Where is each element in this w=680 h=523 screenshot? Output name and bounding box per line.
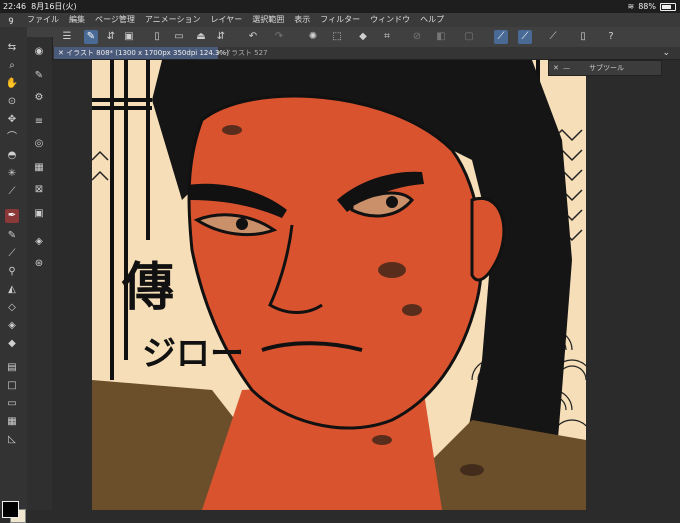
clock: 22:46 <box>3 2 27 11</box>
right-pupil <box>386 196 398 208</box>
menu-page-management[interactable]: ページ管理 <box>90 13 140 27</box>
menu-layer[interactable]: レイヤー <box>206 13 248 27</box>
reorder-icon[interactable]: ⇵ <box>104 30 118 44</box>
menu-animation[interactable]: アニメーション <box>140 13 206 27</box>
transform-icon[interactable]: ⌗ <box>380 30 394 44</box>
calligraphy-main-char: 傳 <box>121 257 174 318</box>
subtool-panel: ✕ — サブツール <box>548 60 662 76</box>
move-icon[interactable]: ✥ <box>5 113 19 127</box>
auto-select-icon[interactable]: ◓ <box>5 149 19 163</box>
save-icon[interactable]: ⏏ <box>194 30 208 44</box>
figure-icon[interactable]: □ <box>5 379 19 393</box>
zoom-icon[interactable]: ⌕ <box>5 59 19 73</box>
undo-icon[interactable]: ↶ <box>246 30 260 44</box>
document-tab-bar: ✕ イラスト 808* (1300 x 1700px 350dpi 124.3%… <box>52 47 680 60</box>
deselect-icon[interactable]: ⊘ <box>410 30 424 44</box>
collapse-toolbar-icon[interactable]: ⇆ <box>5 41 19 55</box>
menu-filter[interactable]: フィルター <box>315 13 365 27</box>
tab-document-inactive[interactable]: ✕ イラスト 527 <box>212 47 272 59</box>
subtool-panel-title: サブツール <box>589 64 624 72</box>
intermediate-color-icon[interactable]: ⊠ <box>32 183 46 197</box>
app-logo-icon[interactable]: ꝯ <box>0 13 22 27</box>
menu-window[interactable]: ウィンドウ <box>365 13 415 27</box>
save-options-icon[interactable]: ⇵ <box>214 30 228 44</box>
close-icon[interactable]: ✕ <box>553 61 559 75</box>
tab-document-active-label: イラスト 808* (1300 x 1700px 350dpi 124.3%) <box>66 49 229 57</box>
menu-bar: ꝯ ファイル 編集 ページ管理 アニメーション レイヤー 選択範囲 表示 フィル… <box>0 13 680 27</box>
layers-icon[interactable]: ◈ <box>32 235 46 249</box>
hamburger-menu-icon[interactable]: ☰ <box>60 30 74 44</box>
brush-size-icon[interactable]: ≡ <box>32 115 46 129</box>
lasso-select-icon[interactable]: ⌒ <box>5 131 19 145</box>
grid-snap-icon[interactable]: ⟋ <box>546 30 560 44</box>
approximate-color-icon[interactable]: ▣ <box>32 207 46 221</box>
selection-launcher-icon[interactable]: ▢ <box>462 30 476 44</box>
menu-help[interactable]: ヘルプ <box>415 13 449 27</box>
artwork-canvas[interactable]: 傳 ジロー <box>92 60 586 510</box>
tool-property-icon[interactable]: ⚙ <box>32 91 46 105</box>
color-wheel-icon[interactable]: ◎ <box>32 137 46 151</box>
ruler-icon[interactable]: ◺ <box>5 433 19 447</box>
fill-bucket-icon[interactable]: ◆ <box>5 337 19 351</box>
wifi-icon: ≋ <box>627 2 635 11</box>
layer-property-icon[interactable]: ⊛ <box>32 257 46 271</box>
pencil-icon[interactable]: ✎ <box>5 229 19 243</box>
navigator-icon[interactable]: ◉ <box>32 45 46 59</box>
tab-document-inactive-label: イラスト 527 <box>224 49 268 57</box>
new-document-icon[interactable]: ▯ <box>150 30 164 44</box>
loading-icon[interactable]: ✺ <box>306 30 320 44</box>
color-set-icon[interactable]: ▦ <box>32 161 46 175</box>
chevron-down-icon[interactable]: ⌄ <box>662 47 670 59</box>
menu-edit[interactable]: 編集 <box>64 13 90 27</box>
date: 8月16日(火) <box>31 2 77 11</box>
clear-icon[interactable]: ⬚ <box>330 30 344 44</box>
portrait-illustration: 傳 ジロー <box>92 60 586 510</box>
help-icon[interactable]: ? <box>604 30 618 44</box>
battery-percent: 88% <box>638 2 656 11</box>
calligraphy-name: ジロー <box>142 334 244 374</box>
gradient-icon[interactable]: ▤ <box>5 361 19 375</box>
invert-selection-icon[interactable]: ◧ <box>434 30 448 44</box>
special-ruler-snap-icon[interactable]: ⟋ <box>518 30 532 44</box>
fill-icon[interactable]: ◆ <box>356 30 370 44</box>
eraser-icon[interactable]: ◇ <box>5 301 19 315</box>
frame-border-icon[interactable]: ▭ <box>5 397 19 411</box>
ruler-snap-icon[interactable]: ⟋ <box>494 30 508 44</box>
brush-icon[interactable]: ⟋ <box>5 247 19 261</box>
minimize-icon[interactable]: — <box>563 61 570 75</box>
hand-icon[interactable]: ✋ <box>5 77 19 91</box>
sparkle-icon[interactable]: ✳ <box>5 167 19 181</box>
menu-selection[interactable]: 選択範囲 <box>247 13 289 27</box>
subtool-icon[interactable]: ✎ <box>32 69 46 83</box>
decoration-icon[interactable]: ◭ <box>5 283 19 297</box>
menu-file[interactable]: ファイル <box>22 13 64 27</box>
blend-icon[interactable]: ◈ <box>5 319 19 333</box>
palette-bar: ◉ ✎ ⚙ ≡ ◎ ▦ ⊠ ▣ ◈ ⊛ <box>27 37 53 510</box>
eyedropper-icon[interactable]: ⟋ <box>5 185 19 199</box>
open-folder-icon[interactable]: ▭ <box>172 30 186 44</box>
redo-icon[interactable]: ↷ <box>272 30 286 44</box>
left-pupil <box>236 218 248 230</box>
pen-tool-icon[interactable]: ✒ <box>5 209 19 223</box>
ios-status-bar: 22:46 8月16日(火) ≋ 88% <box>0 0 680 13</box>
operation-icon[interactable]: ⊙ <box>5 95 19 109</box>
gallery-icon[interactable]: ▣ <box>122 30 136 44</box>
battery-icon <box>660 2 676 11</box>
command-bar: ☰ ✎ ⇵ ▣ ▯ ▭ ⏏ ⇵ ↶ ↷ ✺ ⬚ ◆ ⌗ ⊘ ◧ ▢ ⟋ ⟋ ⟋ … <box>0 27 680 48</box>
menu-view[interactable]: 表示 <box>289 13 315 27</box>
tool-bar: ⇆ ⌕ ✋ ⊙ ✥ ⌒ ◓ ✳ ⟋ ✒ ✎ ⟋ ⚲ ◭ ◇ ◈ ◆ ▤ □ ▭ … <box>0 27 27 523</box>
tab-document-active[interactable]: ✕ イラスト 808* (1300 x 1700px 350dpi 124.3%… <box>54 47 229 59</box>
edit-mode-icon[interactable]: ✎ <box>84 30 98 44</box>
device-icon[interactable]: ▯ <box>576 30 590 44</box>
balloon-icon[interactable]: ▦ <box>5 415 19 429</box>
airbrush-icon[interactable]: ⚲ <box>5 265 19 279</box>
